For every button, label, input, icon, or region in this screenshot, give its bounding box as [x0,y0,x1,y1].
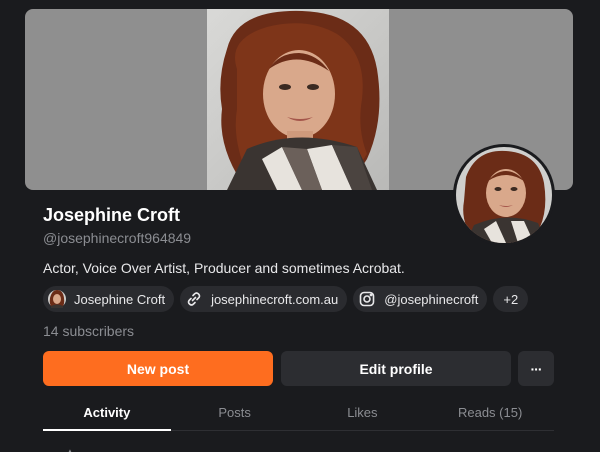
new-post-button[interactable]: New post [43,351,273,386]
link-chip-label: josephinecroft.com.au [211,291,339,307]
subscriber-count: 14 subscribers [43,323,135,339]
avatar-icon [48,290,66,308]
link-chip-label: Josephine Croft [74,291,166,307]
profile-avatar[interactable] [453,144,555,246]
link-chip-more[interactable]: +2 [493,286,529,312]
profile-links: Josephine Croft josephinecroft.com.au @j… [43,286,529,312]
link-chip-profile[interactable]: Josephine Croft [43,286,175,312]
profile-name: Josephine Croft [43,205,181,225]
portrait-image [207,9,389,190]
edit-profile-button[interactable]: Edit profile [281,351,511,386]
profile-handle: @josephinecroft964849 [43,230,192,246]
profile-page: Josephine Croft @josephinecroft964849 Ac… [0,0,600,452]
instagram-icon [358,290,376,308]
avatar-image [456,147,552,243]
more-icon: ··· [530,360,543,377]
tab-reads[interactable]: Reads (15) [426,398,554,430]
tab-posts[interactable]: Posts [171,398,299,430]
caret-up-icon: ▲ [66,447,74,452]
link-chip-label: @josephinecroft [384,291,479,307]
link-chip-website[interactable]: josephinecroft.com.au [180,286,348,312]
profile-bio: Actor, Voice Over Artist, Producer and s… [43,260,405,276]
tab-likes[interactable]: Likes [299,398,427,430]
profile-tabs: Activity Posts Likes Reads (15) [43,398,554,431]
link-icon [185,290,203,308]
tab-activity[interactable]: Activity [43,398,171,431]
cover-photo [207,9,389,190]
more-options-button[interactable]: ··· [518,351,554,386]
link-chip-instagram[interactable]: @josephinecroft [353,286,488,312]
